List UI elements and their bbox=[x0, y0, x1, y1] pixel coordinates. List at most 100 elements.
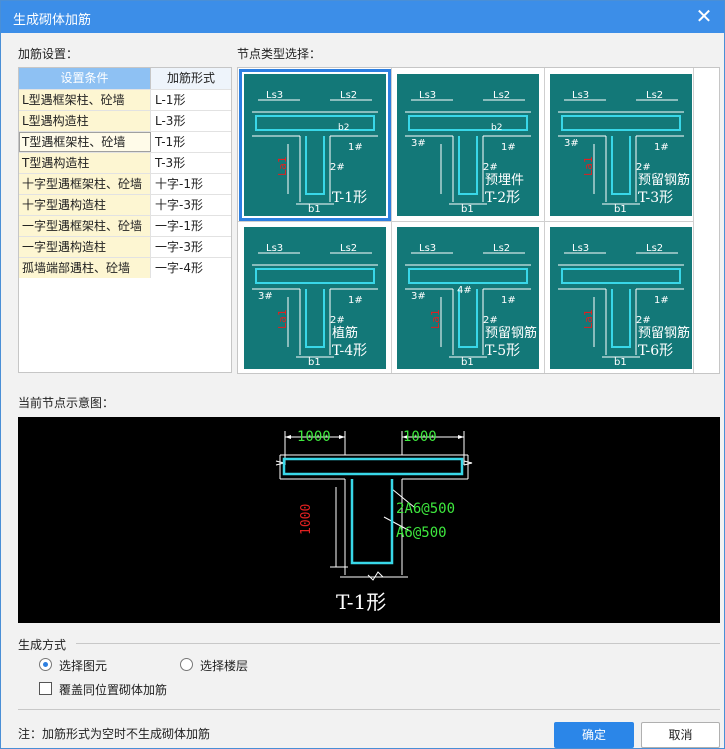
rebar-label-1: 2A6@500 bbox=[396, 501, 455, 517]
label-1: 1# bbox=[654, 142, 669, 153]
label-b1: b1 bbox=[614, 204, 627, 215]
label-3: 3# bbox=[564, 138, 579, 149]
node-note: 植筋 bbox=[332, 325, 358, 341]
label-ls3: Ls3 bbox=[266, 90, 283, 101]
header-condition[interactable]: 设置条件 bbox=[19, 68, 151, 89]
label-b1: b1 bbox=[308, 204, 321, 215]
cell-condition[interactable]: 一字型遇框架柱、砼墙 bbox=[19, 216, 151, 236]
label-2: 2# bbox=[636, 162, 651, 173]
label-ls2: Ls2 bbox=[493, 243, 510, 254]
label-la: La1 bbox=[276, 309, 289, 329]
label-ls2: Ls2 bbox=[646, 243, 663, 254]
label-la: La1 bbox=[276, 156, 289, 176]
label-ls2: Ls2 bbox=[646, 90, 663, 101]
cell-form[interactable]: 十字-1形 bbox=[151, 174, 231, 194]
cell-condition[interactable]: T型遇框架柱、砼墙 bbox=[19, 132, 151, 152]
rebar-settings-label: 加筋设置： bbox=[18, 47, 79, 61]
cell-condition[interactable]: T型遇构造柱 bbox=[19, 153, 151, 173]
rebar-label-2: A6@500 bbox=[396, 525, 447, 541]
close-icon[interactable]: ✕ bbox=[692, 4, 716, 28]
condition-table: 设置条件 加筋形式 L型遇框架柱、砼墙 L-1形 L型遇构造柱 L-3形 T型遇框架柱、… bbox=[18, 67, 232, 373]
label-ls3: Ls3 bbox=[266, 243, 283, 254]
footer-divider bbox=[18, 709, 720, 710]
preview-caption: T-1形 bbox=[336, 590, 386, 614]
dialog: 生成砌体加筋 ✕ 加筋设置： 设置条件 加筋形式 L型遇框架柱、砼墙 L-1形 L型… bbox=[0, 0, 725, 749]
grid-scrollbar[interactable] bbox=[693, 68, 719, 373]
label-ls3: Ls3 bbox=[419, 90, 436, 101]
node-option-T-6形[interactable]: Ls3 Ls2 b1 1# 2# La1 预留钢筋 T-6形 bbox=[550, 227, 692, 369]
table-row[interactable]: T型遇构造柱 T-3形 bbox=[19, 152, 231, 173]
table-row[interactable]: L型遇框架柱、砼墙 L-1形 bbox=[19, 89, 231, 110]
node-name: T-4形 bbox=[332, 343, 367, 359]
label-1: 1# bbox=[348, 295, 363, 306]
node-preview: 1000 1000 2A6@500 A6@500 1000 T-1形 bbox=[18, 417, 720, 623]
table-row[interactable]: 一字型遇框架柱、砼墙 一字-1形 bbox=[19, 215, 231, 236]
radio-select-floor-label[interactable]: 选择楼层 bbox=[200, 657, 248, 674]
dim-left: 1000 bbox=[297, 429, 331, 445]
label-la: La1 bbox=[582, 309, 595, 329]
cancel-button[interactable]: 取消 bbox=[641, 722, 720, 748]
radio-select-element[interactable] bbox=[39, 658, 52, 671]
node-option-T-2形[interactable]: Ls3 Ls2 b1 b2 1# 2# 3# 预埋件 T-2形 bbox=[397, 74, 539, 216]
table-row[interactable]: 十字型遇框架柱、砼墙 十字-1形 bbox=[19, 173, 231, 194]
node-option-T-1形[interactable]: Ls3 Ls2 b1 b2 1# 2# La1 T-1形 bbox=[239, 69, 391, 221]
ok-button[interactable]: 确定 bbox=[554, 722, 634, 748]
label-ls2: Ls2 bbox=[493, 90, 510, 101]
node-name: T-3形 bbox=[638, 190, 673, 206]
label-ls2: Ls2 bbox=[340, 90, 357, 101]
label-1: 1# bbox=[501, 295, 516, 306]
window-title: 生成砌体加筋 bbox=[13, 13, 92, 28]
label-b1: b1 bbox=[614, 357, 627, 368]
cell-form[interactable]: 一字-4形 bbox=[151, 258, 231, 278]
header-form[interactable]: 加筋形式 bbox=[151, 68, 231, 89]
label-4: 4# bbox=[457, 285, 472, 296]
table-header: 设置条件 加筋形式 bbox=[19, 68, 231, 89]
cell-condition[interactable]: L型遇框架柱、砼墙 bbox=[19, 90, 151, 110]
table-row[interactable]: L型遇构造柱 L-3形 bbox=[19, 110, 231, 131]
node-note: 预埋件 bbox=[485, 173, 524, 188]
overwrite-checkbox[interactable] bbox=[39, 682, 52, 695]
cell-form[interactable]: 十字-3形 bbox=[151, 195, 231, 215]
group-divider bbox=[76, 643, 720, 644]
node-option-T-5形[interactable]: Ls3 Ls2 b1 1# 2# 3# 4# La1 预留钢筋 T-5形 bbox=[397, 227, 539, 369]
generate-method-label: 生成方式 bbox=[18, 638, 67, 652]
node-name: T-2形 bbox=[485, 190, 520, 206]
cell-condition[interactable]: 十字型遇框架柱、砼墙 bbox=[19, 174, 151, 194]
cell-form[interactable]: T-3形 bbox=[151, 153, 231, 173]
cell-condition[interactable]: 一字型遇构造柱 bbox=[19, 237, 151, 257]
radio-select-floor[interactable] bbox=[180, 658, 193, 671]
cell-condition[interactable]: L型遇构造柱 bbox=[19, 111, 151, 131]
node-note: 预留钢筋 bbox=[485, 325, 537, 341]
node-option-T-4形[interactable]: Ls3 Ls2 b1 1# 2# 3# La1 植筋 T-4形 bbox=[244, 227, 386, 369]
cell-form[interactable]: 一字-1形 bbox=[151, 216, 231, 236]
cell-form[interactable]: L-1形 bbox=[151, 90, 231, 110]
table-row[interactable]: 一字型遇构造柱 一字-3形 bbox=[19, 236, 231, 257]
label-b2: b2 bbox=[491, 123, 502, 133]
cell-condition[interactable]: 孤墙端部遇柱、砼墙 bbox=[19, 258, 151, 278]
node-name: T-6形 bbox=[638, 343, 673, 359]
label-ls2: Ls2 bbox=[340, 243, 357, 254]
label-b1: b1 bbox=[308, 357, 321, 368]
node-option-T-3形[interactable]: Ls3 Ls2 b1 1# 2# 3# La1 预留钢筋 T-3形 bbox=[550, 74, 692, 216]
label-la: La1 bbox=[429, 309, 442, 329]
node-thumbnail: Ls3 Ls2 b1 b2 1#2# 3# 预埋件 T-2形 bbox=[405, 90, 531, 215]
radio-select-element-label[interactable]: 选择图元 bbox=[59, 657, 107, 674]
node-note: 预留钢筋 bbox=[638, 172, 690, 188]
overwrite-label[interactable]: 覆盖同位置砌体加筋 bbox=[59, 681, 167, 698]
cell-form[interactable]: 一字-3形 bbox=[151, 237, 231, 257]
dim-vertical: 1000 bbox=[299, 504, 314, 535]
cell-form[interactable]: T-1形 bbox=[151, 132, 231, 152]
label-2: 2# bbox=[483, 315, 498, 326]
table-row[interactable]: 孤墙端部遇柱、砼墙 一字-4形 bbox=[19, 257, 231, 278]
cell-form[interactable]: L-3形 bbox=[151, 111, 231, 131]
label-ls3: Ls3 bbox=[572, 90, 589, 101]
node-name: T-1形 bbox=[332, 190, 367, 206]
node-name: T-5形 bbox=[485, 343, 520, 359]
label-la: La1 bbox=[582, 156, 595, 176]
preview-drawing: 1000 1000 2A6@500 A6@500 1000 T-1形 bbox=[275, 429, 473, 614]
cell-condition[interactable]: 十字型遇构造柱 bbox=[19, 195, 151, 215]
table-row[interactable]: 十字型遇构造柱 十字-3形 bbox=[19, 194, 231, 215]
footer-note: 注：加筋形式为空时不生成砌体加筋 bbox=[18, 727, 211, 741]
label-2: 2# bbox=[483, 162, 498, 173]
table-row[interactable]: T型遇框架柱、砼墙 T-1形 bbox=[19, 131, 231, 152]
